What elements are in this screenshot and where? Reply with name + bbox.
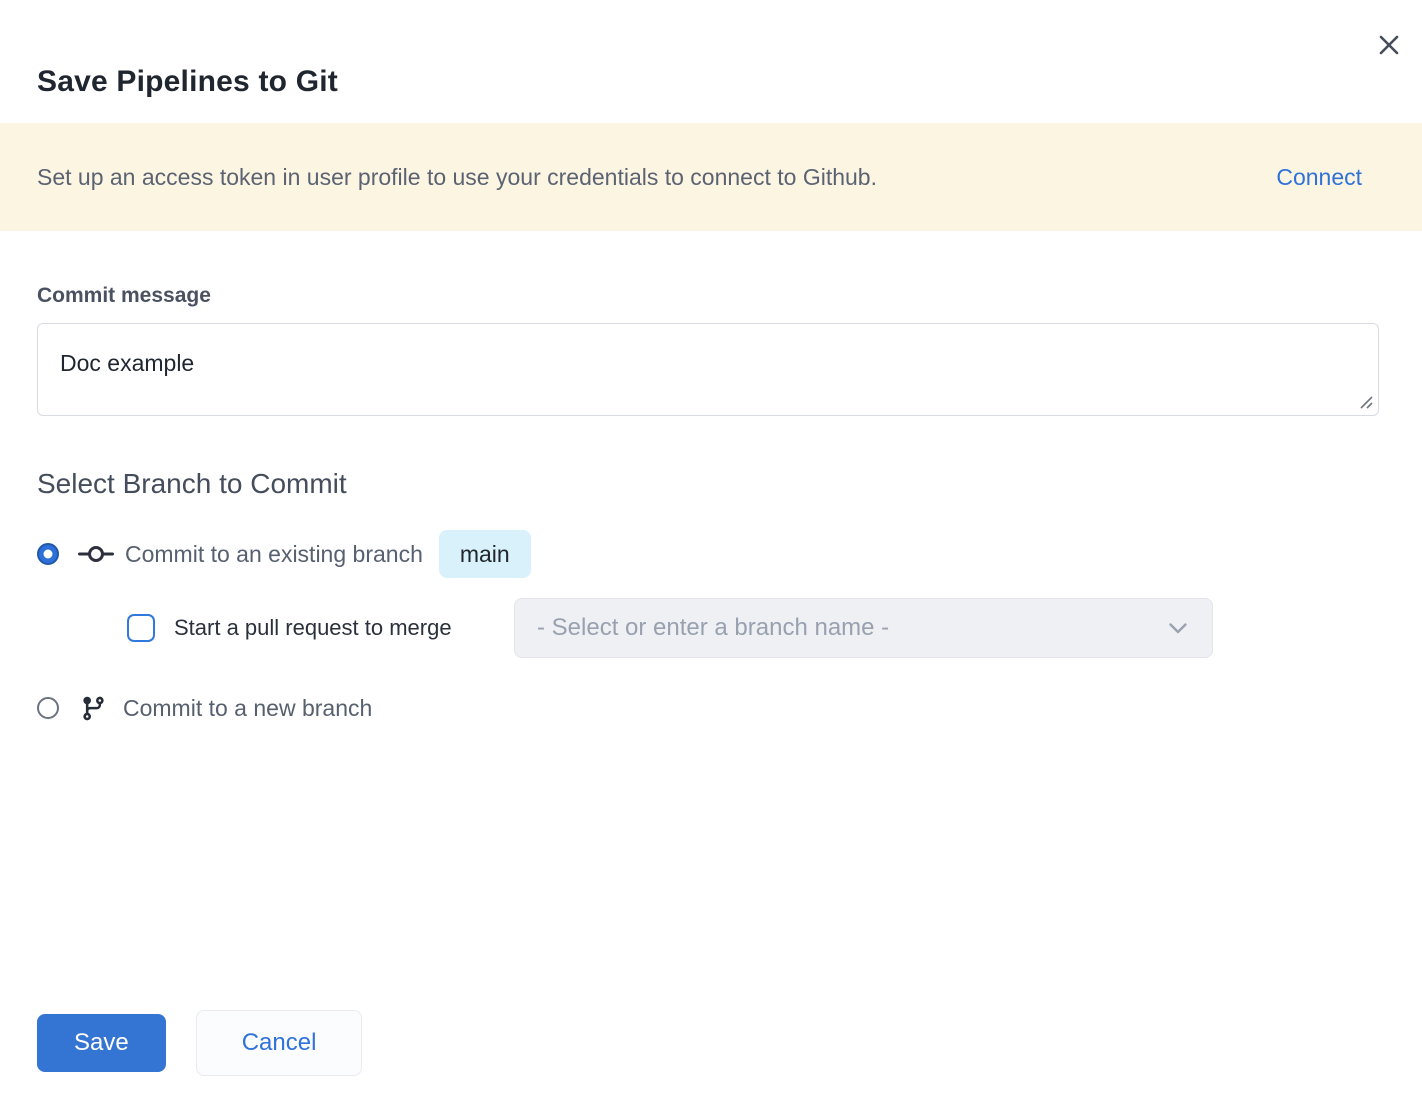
dialog-title: Save Pipelines to Git	[37, 62, 1385, 102]
git-commit-icon	[78, 543, 114, 565]
merge-branch-placeholder: - Select or enter a branch name -	[537, 614, 1168, 642]
existing-branch-label[interactable]: Commit to an existing branch	[125, 541, 423, 568]
pull-request-label[interactable]: Start a pull request to merge	[174, 615, 514, 641]
dialog-actions: Save Cancel	[37, 1010, 1379, 1076]
dialog-body: Commit message Doc example Select Branch…	[0, 283, 1422, 1076]
connect-link[interactable]: Connect	[1276, 164, 1362, 191]
existing-branch-option[interactable]: Commit to an existing branch main	[37, 530, 1379, 578]
new-branch-option[interactable]: Commit to a new branch	[37, 686, 1379, 730]
pull-request-checkbox[interactable]	[127, 614, 155, 642]
merge-branch-dropdown[interactable]: - Select or enter a branch name -	[514, 598, 1213, 658]
new-branch-radio[interactable]	[37, 697, 59, 719]
current-branch-badge: main	[439, 530, 531, 578]
save-button[interactable]: Save	[37, 1014, 166, 1072]
close-icon	[1376, 32, 1402, 58]
commit-message-label: Commit message	[37, 283, 1379, 309]
cancel-button[interactable]: Cancel	[196, 1010, 363, 1076]
git-branch-icon	[80, 695, 107, 722]
dialog-header: Save Pipelines to Git	[0, 0, 1422, 102]
pull-request-row: Start a pull request to merge - Select o…	[37, 598, 1379, 658]
access-token-banner: Set up an access token in user profile t…	[0, 123, 1422, 231]
banner-message: Set up an access token in user profile t…	[37, 164, 1276, 191]
save-pipelines-dialog: Save Pipelines to Git Set up an access t…	[0, 0, 1422, 1116]
commit-message-input[interactable]: Doc example	[37, 323, 1379, 416]
new-branch-label[interactable]: Commit to a new branch	[123, 695, 372, 722]
close-button[interactable]	[1374, 30, 1404, 60]
existing-branch-radio[interactable]	[37, 543, 59, 565]
chevron-down-icon	[1168, 622, 1188, 635]
commit-message-field-wrap: Doc example	[37, 323, 1379, 416]
textarea-resize-handle[interactable]	[1358, 394, 1374, 410]
select-branch-heading: Select Branch to Commit	[37, 466, 1379, 502]
